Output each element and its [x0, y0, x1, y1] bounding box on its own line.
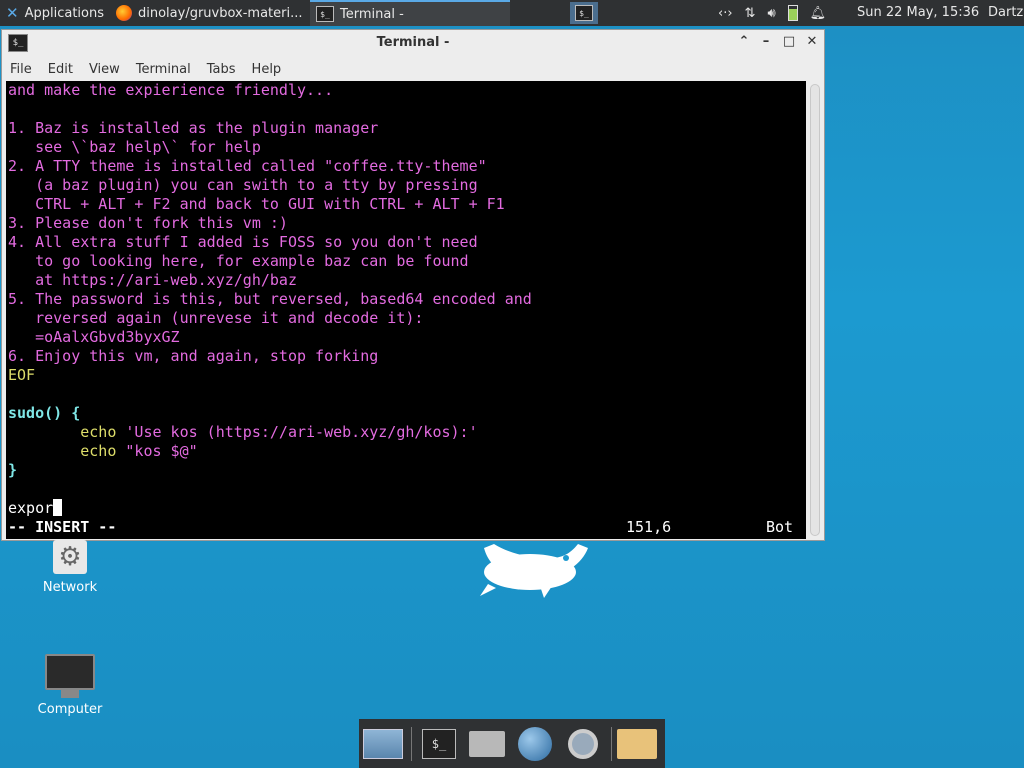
home-folder-icon	[469, 731, 505, 757]
firefox-icon	[116, 5, 132, 21]
current-input: expor	[8, 499, 54, 517]
terminal-content[interactable]: and make the expierience friendly... 1. …	[6, 81, 806, 539]
close-button[interactable]: ✕	[804, 34, 820, 50]
user-menu[interactable]: Dartz	[988, 0, 1023, 26]
scrollbar[interactable]	[810, 84, 820, 536]
terminal-line: 5. The password is this, but reversed, b…	[8, 290, 532, 308]
desktop-icon-label: Computer	[37, 702, 103, 717]
menu-tabs[interactable]: Tabs	[199, 58, 244, 82]
volume-icon[interactable]: 🔊︎	[767, 6, 775, 21]
folder-icon	[617, 729, 657, 759]
desktop-icon-computer[interactable]: Computer	[30, 654, 110, 717]
dock: $_	[359, 719, 665, 768]
terminal-line: 3. Please don't fork this vm :)	[8, 214, 288, 232]
chevron-up-icon[interactable]: ⌃	[736, 34, 752, 50]
function-declaration: sudo() {	[8, 404, 81, 422]
dock-terminal[interactable]: $_	[419, 725, 459, 763]
workspace-window-icon: $_	[575, 5, 593, 21]
terminal-line: 1. Baz is installed as the plugin manage…	[8, 119, 379, 137]
dock-separator	[411, 727, 412, 761]
menu-view[interactable]: View	[81, 58, 128, 82]
desktop-icon-network[interactable]: ⚙ Network	[30, 540, 110, 595]
computer-monitor-icon	[45, 654, 95, 690]
xfce-logo-icon: ✕	[6, 4, 19, 22]
clock[interactable]: Sun 22 May, 15:36	[857, 0, 979, 26]
taskbar-item-label: dinolay/gruvbox-materi...	[138, 5, 303, 21]
battery-icon[interactable]	[787, 5, 798, 21]
terminal-line: and make the expierience friendly...	[8, 81, 334, 99]
echo-string: "kos $@"	[125, 442, 198, 460]
show-desktop-icon	[363, 729, 403, 759]
echo-string: 'Use kos (https://ari-web.xyz/gh/kos):'	[125, 423, 478, 441]
terminal-icon: $_	[422, 729, 456, 759]
window-title: Terminal -	[376, 35, 450, 50]
network-arrows-icon[interactable]: ‹·›	[718, 6, 733, 21]
dock-separator	[611, 727, 612, 761]
menu-help[interactable]: Help	[244, 58, 290, 82]
terminal-line: reversed again (unrevese it and decode i…	[8, 309, 424, 327]
system-tray: ‹·› ⇅ 🔊︎ 🔔︎	[718, 0, 826, 26]
dock-home-folder[interactable]	[467, 725, 507, 763]
dock-search[interactable]	[563, 725, 603, 763]
window-titlebar[interactable]: $_ Terminal - ⌃ – □ ✕	[2, 30, 824, 56]
menu-file[interactable]: File	[2, 58, 40, 82]
globe-icon	[518, 727, 552, 761]
applications-label: Applications	[24, 5, 104, 21]
magnifier-icon	[568, 729, 598, 759]
scroll-position: Bot	[766, 518, 794, 536]
vim-mode-indicator: -- INSERT --	[8, 518, 117, 536]
text-cursor	[53, 499, 63, 516]
taskbar-item-firefox[interactable]: dinolay/gruvbox-materi...	[110, 0, 310, 26]
notification-bell-icon[interactable]: 🔔︎	[810, 6, 827, 21]
desktop-icon-label: Network	[42, 580, 98, 595]
applications-menu-button[interactable]: ✕ Applications	[0, 0, 110, 26]
terminal-line: CTRL + ALT + F2 and back to GUI with CTR…	[8, 195, 505, 213]
workspace-switcher[interactable]: $_	[570, 2, 598, 24]
top-panel: ✕ Applications dinolay/gruvbox-materi...…	[0, 0, 1024, 26]
terminal-line: to go looking here, for example baz can …	[8, 252, 469, 270]
maximize-button[interactable]: □	[781, 34, 797, 50]
menu-terminal[interactable]: Terminal	[128, 58, 199, 82]
terminal-line: (a baz plugin) you can swith to a tty by…	[8, 176, 478, 194]
transfer-arrows-icon[interactable]: ⇅	[745, 6, 756, 21]
echo-keyword: echo	[80, 423, 117, 441]
function-close-brace: }	[8, 461, 18, 479]
terminal-line: at https://ari-web.xyz/gh/baz	[8, 271, 297, 289]
menu-edit[interactable]: Edit	[40, 58, 81, 82]
dock-web-browser[interactable]	[515, 725, 555, 763]
terminal-line: 6. Enjoy this vm, and again, stop forkin…	[8, 347, 379, 365]
heredoc-eof: EOF	[8, 366, 36, 384]
terminal-line-echo2: echo "kos $@"	[8, 442, 198, 461]
terminal-window: $_ Terminal - ⌃ – □ ✕ File Edit View Ter…	[1, 29, 825, 541]
taskbar-item-label: Terminal -	[340, 6, 404, 22]
terminal-line: 4. All extra stuff I added is FOSS so yo…	[8, 233, 478, 251]
cursor-position: 151,6	[626, 518, 672, 536]
taskbar-item-terminal[interactable]: $_ Terminal -	[310, 0, 510, 26]
menu-bar: File Edit View Terminal Tabs Help	[2, 58, 289, 82]
terminal-line: see \`baz help\` for help	[8, 138, 261, 156]
terminal-icon: $_	[316, 6, 334, 22]
dock-file-manager[interactable]	[617, 725, 657, 763]
minimize-button[interactable]: –	[758, 34, 774, 50]
terminal-line: =oAalxGbvd3byxGZ	[8, 328, 180, 346]
terminal-line: 2. A TTY theme is installed called "coff…	[8, 157, 487, 175]
monitor-stand	[61, 690, 79, 698]
dock-show-desktop[interactable]	[363, 725, 403, 763]
current-input-line: expor	[8, 499, 63, 518]
terminal-line-echo1: echo 'Use kos (https://ari-web.xyz/gh/ko…	[8, 423, 478, 442]
network-gear-icon: ⚙	[53, 540, 87, 574]
echo-keyword: echo	[80, 442, 117, 460]
xfce-mouse-logo	[480, 544, 588, 598]
